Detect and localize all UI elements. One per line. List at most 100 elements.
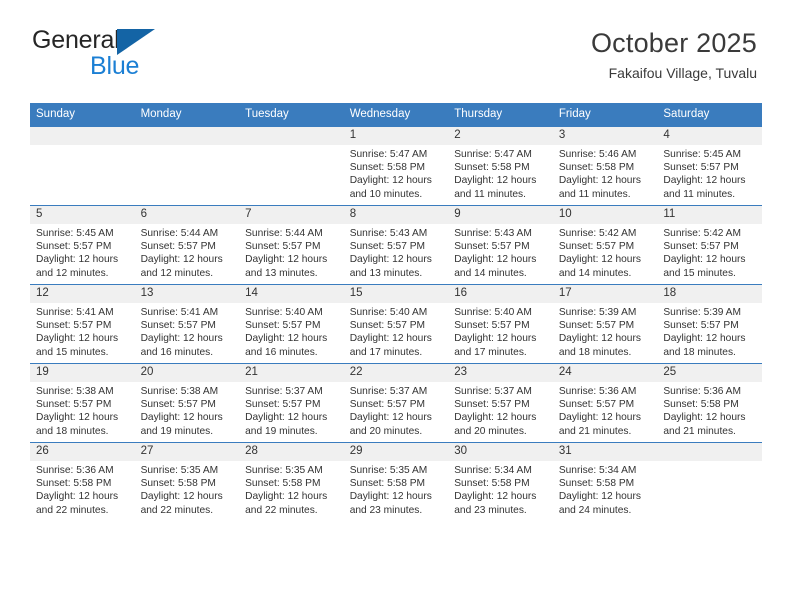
calendar-day-cell[interactable]: 21 Sunrise: 5:37 AM Sunset: 5:57 PM Dayligh…: [239, 363, 344, 443]
calendar-day-cell[interactable]: 1 Sunrise: 5:47 AM Sunset: 5:58 PM Daylight…: [343, 126, 449, 206]
day-details: Sunrise: 5:43 AM Sunset: 5:57 PM Daylight:…: [448, 224, 553, 280]
sunrise-time: Sunrise: 5:42 AM: [663, 228, 741, 239]
calendar-day-cell[interactable]: 12 Sunrise: 5:41 AM Sunset: 5:57 PM Dayligh…: [30, 284, 135, 364]
sunset-time: Sunset: 5:58 PM: [245, 478, 321, 490]
calendar-day-cell[interactable]: 16 Sunrise: 5:40 AM Sunset: 5:57 PM Dayligh…: [448, 284, 553, 364]
calendar-day-cell[interactable]: 9 Sunrise: 5:43 AM Sunset: 5:57 PM Daylight…: [448, 205, 553, 285]
sunrise-time: Sunrise: 5:40 AM: [245, 307, 323, 318]
calendar-day-cell[interactable]: 22 Sunrise: 5:37 AM Sunset: 5:57 PM Dayligh…: [343, 363, 449, 443]
calendar-day-cell[interactable]: 3 Sunrise: 5:46 AM Sunset: 5:58 PM Daylight…: [552, 126, 658, 206]
daylight-duration-line2: and 21 minutes.: [663, 425, 736, 437]
daylight-duration-line1: Daylight: 12 hours: [454, 491, 537, 503]
calendar-day-cell[interactable]: 15 Sunrise: 5:40 AM Sunset: 5:57 PM Dayligh…: [343, 284, 449, 364]
day-number: [239, 127, 344, 145]
calendar-day-cell[interactable]: 4 Sunrise: 5:45 AM Sunset: 5:57 PM Daylight…: [657, 126, 762, 206]
calendar-day-cell[interactable]: 24 Sunrise: 5:36 AM Sunset: 5:57 PM Dayligh…: [552, 363, 658, 443]
calendar-day-cell[interactable]: 27 Sunrise: 5:35 AM Sunset: 5:58 PM Dayligh…: [134, 442, 240, 521]
sunrise-time: Sunrise: 5:36 AM: [663, 386, 741, 397]
day-details: Sunrise: 5:39 AM Sunset: 5:57 PM Daylight:…: [553, 303, 658, 359]
day-details: Sunrise: 5:40 AM Sunset: 5:57 PM Daylight:…: [239, 303, 344, 359]
daylight-duration-line1: Daylight: 12 hours: [663, 254, 746, 266]
calendar-day-cell[interactable]: 11 Sunrise: 5:42 AM Sunset: 5:57 PM Dayligh…: [657, 205, 762, 285]
daylight-duration-line2: and 12 minutes.: [140, 267, 214, 279]
calendar-day-cell[interactable]: 17 Sunrise: 5:39 AM Sunset: 5:57 PM Dayligh…: [552, 284, 658, 364]
calendar-day-cell[interactable]: 25 Sunrise: 5:36 AM Sunset: 5:58 PM Dayligh…: [657, 363, 762, 443]
daylight-duration-line1: Daylight: 12 hours: [245, 254, 328, 266]
day-number: 31: [552, 443, 658, 461]
sunrise-time: Sunrise: 5:39 AM: [663, 307, 741, 318]
daylight-duration-line1: Daylight: 12 hours: [349, 175, 432, 187]
daylight-duration-line2: and 19 minutes.: [245, 425, 318, 437]
sunset-time: Sunset: 5:58 PM: [140, 478, 216, 490]
calendar-day-cell[interactable]: 7 Sunrise: 5:44 AM Sunset: 5:57 PM Daylight…: [239, 205, 344, 285]
day-details: Sunrise: 5:37 AM Sunset: 5:57 PM Daylight:…: [448, 382, 553, 438]
calendar-cell-empty: [239, 126, 344, 206]
calendar-day-cell[interactable]: 20 Sunrise: 5:38 AM Sunset: 5:57 PM Dayligh…: [134, 363, 240, 443]
daylight-duration-line2: and 21 minutes.: [558, 425, 632, 437]
calendar-day-cell[interactable]: 28 Sunrise: 5:35 AM Sunset: 5:58 PM Dayligh…: [239, 442, 344, 521]
day-number: 25: [657, 364, 762, 382]
day-details: Sunrise: 5:38 AM Sunset: 5:57 PM Daylight:…: [135, 382, 240, 438]
daylight-duration-line1: Daylight: 12 hours: [140, 333, 223, 345]
calendar-day-cell[interactable]: 23 Sunrise: 5:37 AM Sunset: 5:57 PM Dayligh…: [448, 363, 553, 443]
sunset-time: Sunset: 5:57 PM: [36, 241, 112, 253]
sunrise-time: Sunrise: 5:44 AM: [140, 228, 219, 239]
sunset-time: Sunset: 5:57 PM: [558, 399, 635, 411]
calendar-day-cell[interactable]: 14 Sunrise: 5:40 AM Sunset: 5:57 PM Dayligh…: [239, 284, 344, 364]
calendar-day-cell[interactable]: 10 Sunrise: 5:42 AM Sunset: 5:57 PM Dayligh…: [552, 205, 658, 285]
weekday-header-thursday: Thursday: [448, 103, 553, 127]
calendar-day-cell[interactable]: 19 Sunrise: 5:38 AM Sunset: 5:57 PM Dayligh…: [30, 363, 135, 443]
day-number: [134, 127, 240, 145]
calendar-day-cell[interactable]: 26 Sunrise: 5:36 AM Sunset: 5:58 PM Dayligh…: [30, 442, 135, 521]
page-subtitle: Fakaifou Village, Tuvalu: [608, 65, 757, 82]
sunset-time: Sunset: 5:57 PM: [140, 399, 216, 411]
sunset-time: Sunset: 5:58 PM: [558, 478, 635, 490]
sunset-time: Sunset: 5:57 PM: [454, 399, 530, 411]
daylight-duration-line2: and 11 minutes.: [454, 188, 526, 200]
daylight-duration-line1: Daylight: 12 hours: [349, 412, 432, 424]
daylight-duration-line2: and 12 minutes.: [36, 267, 109, 279]
calendar-day-cell[interactable]: 8 Sunrise: 5:43 AM Sunset: 5:57 PM Daylight…: [343, 205, 449, 285]
sunset-time: Sunset: 5:58 PM: [454, 162, 530, 174]
title-block: October 2025 Fakaifou Village, Tuvalu: [591, 28, 757, 82]
day-number: 21: [239, 364, 344, 382]
daylight-duration-line1: Daylight: 12 hours: [558, 254, 641, 266]
weekday-header-monday: Monday: [134, 103, 240, 127]
daylight-duration-line1: Daylight: 12 hours: [663, 333, 746, 345]
day-number: 2: [448, 127, 553, 145]
calendar-day-cell[interactable]: 31 Sunrise: 5:34 AM Sunset: 5:58 PM Dayligh…: [552, 442, 658, 521]
daylight-duration-line2: and 20 minutes.: [454, 425, 527, 437]
day-number: [30, 127, 135, 145]
calendar-day-cell[interactable]: 2 Sunrise: 5:47 AM Sunset: 5:58 PM Daylight…: [448, 126, 553, 206]
calendar-day-cell[interactable]: 6 Sunrise: 5:44 AM Sunset: 5:57 PM Daylight…: [134, 205, 240, 285]
day-details: Sunrise: 5:42 AM Sunset: 5:57 PM Daylight:…: [657, 224, 762, 280]
general-blue-logo[interactable]: General Blue: [32, 28, 242, 84]
daylight-duration-line1: Daylight: 12 hours: [140, 412, 223, 424]
day-number: 1: [343, 127, 449, 145]
calendar-day-cell[interactable]: 13 Sunrise: 5:41 AM Sunset: 5:57 PM Dayligh…: [134, 284, 240, 364]
calendar-day-cell[interactable]: 5 Sunrise: 5:45 AM Sunset: 5:57 PM Daylight…: [30, 205, 135, 285]
calendar-day-cell[interactable]: 29 Sunrise: 5:35 AM Sunset: 5:58 PM Dayligh…: [343, 442, 449, 521]
day-number: 5: [30, 206, 135, 224]
sunset-time: Sunset: 5:57 PM: [558, 320, 635, 332]
sunrise-time: Sunrise: 5:43 AM: [349, 228, 428, 239]
daylight-duration-line2: and 22 minutes.: [140, 504, 214, 516]
daylight-duration-line2: and 17 minutes.: [454, 346, 527, 358]
day-number: 27: [134, 443, 240, 461]
calendar-cell-empty: [657, 442, 762, 521]
day-number: 20: [134, 364, 240, 382]
sunset-time: Sunset: 5:57 PM: [663, 162, 739, 174]
day-number: 29: [343, 443, 449, 461]
daylight-duration-line2: and 22 minutes.: [36, 504, 109, 516]
day-number: 18: [657, 285, 762, 303]
day-number: 14: [239, 285, 344, 303]
daylight-duration-line2: and 17 minutes.: [349, 346, 423, 358]
calendar-day-cell[interactable]: 30 Sunrise: 5:34 AM Sunset: 5:58 PM Dayligh…: [448, 442, 553, 521]
daylight-duration-line1: Daylight: 12 hours: [349, 333, 432, 345]
day-details: Sunrise: 5:37 AM Sunset: 5:57 PM Daylight:…: [344, 382, 449, 438]
calendar-week-row: 1 Sunrise: 5:47 AM Sunset: 5:58 PM Daylight…: [30, 126, 762, 206]
calendar-day-cell[interactable]: 18 Sunrise: 5:39 AM Sunset: 5:57 PM Dayligh…: [657, 284, 762, 364]
daylight-duration-line2: and 13 minutes.: [245, 267, 318, 279]
daylight-duration-line1: Daylight: 12 hours: [454, 412, 537, 424]
weekday-header-row: Sunday Monday Tuesday Wednesday Thursday Frid…: [30, 103, 762, 127]
